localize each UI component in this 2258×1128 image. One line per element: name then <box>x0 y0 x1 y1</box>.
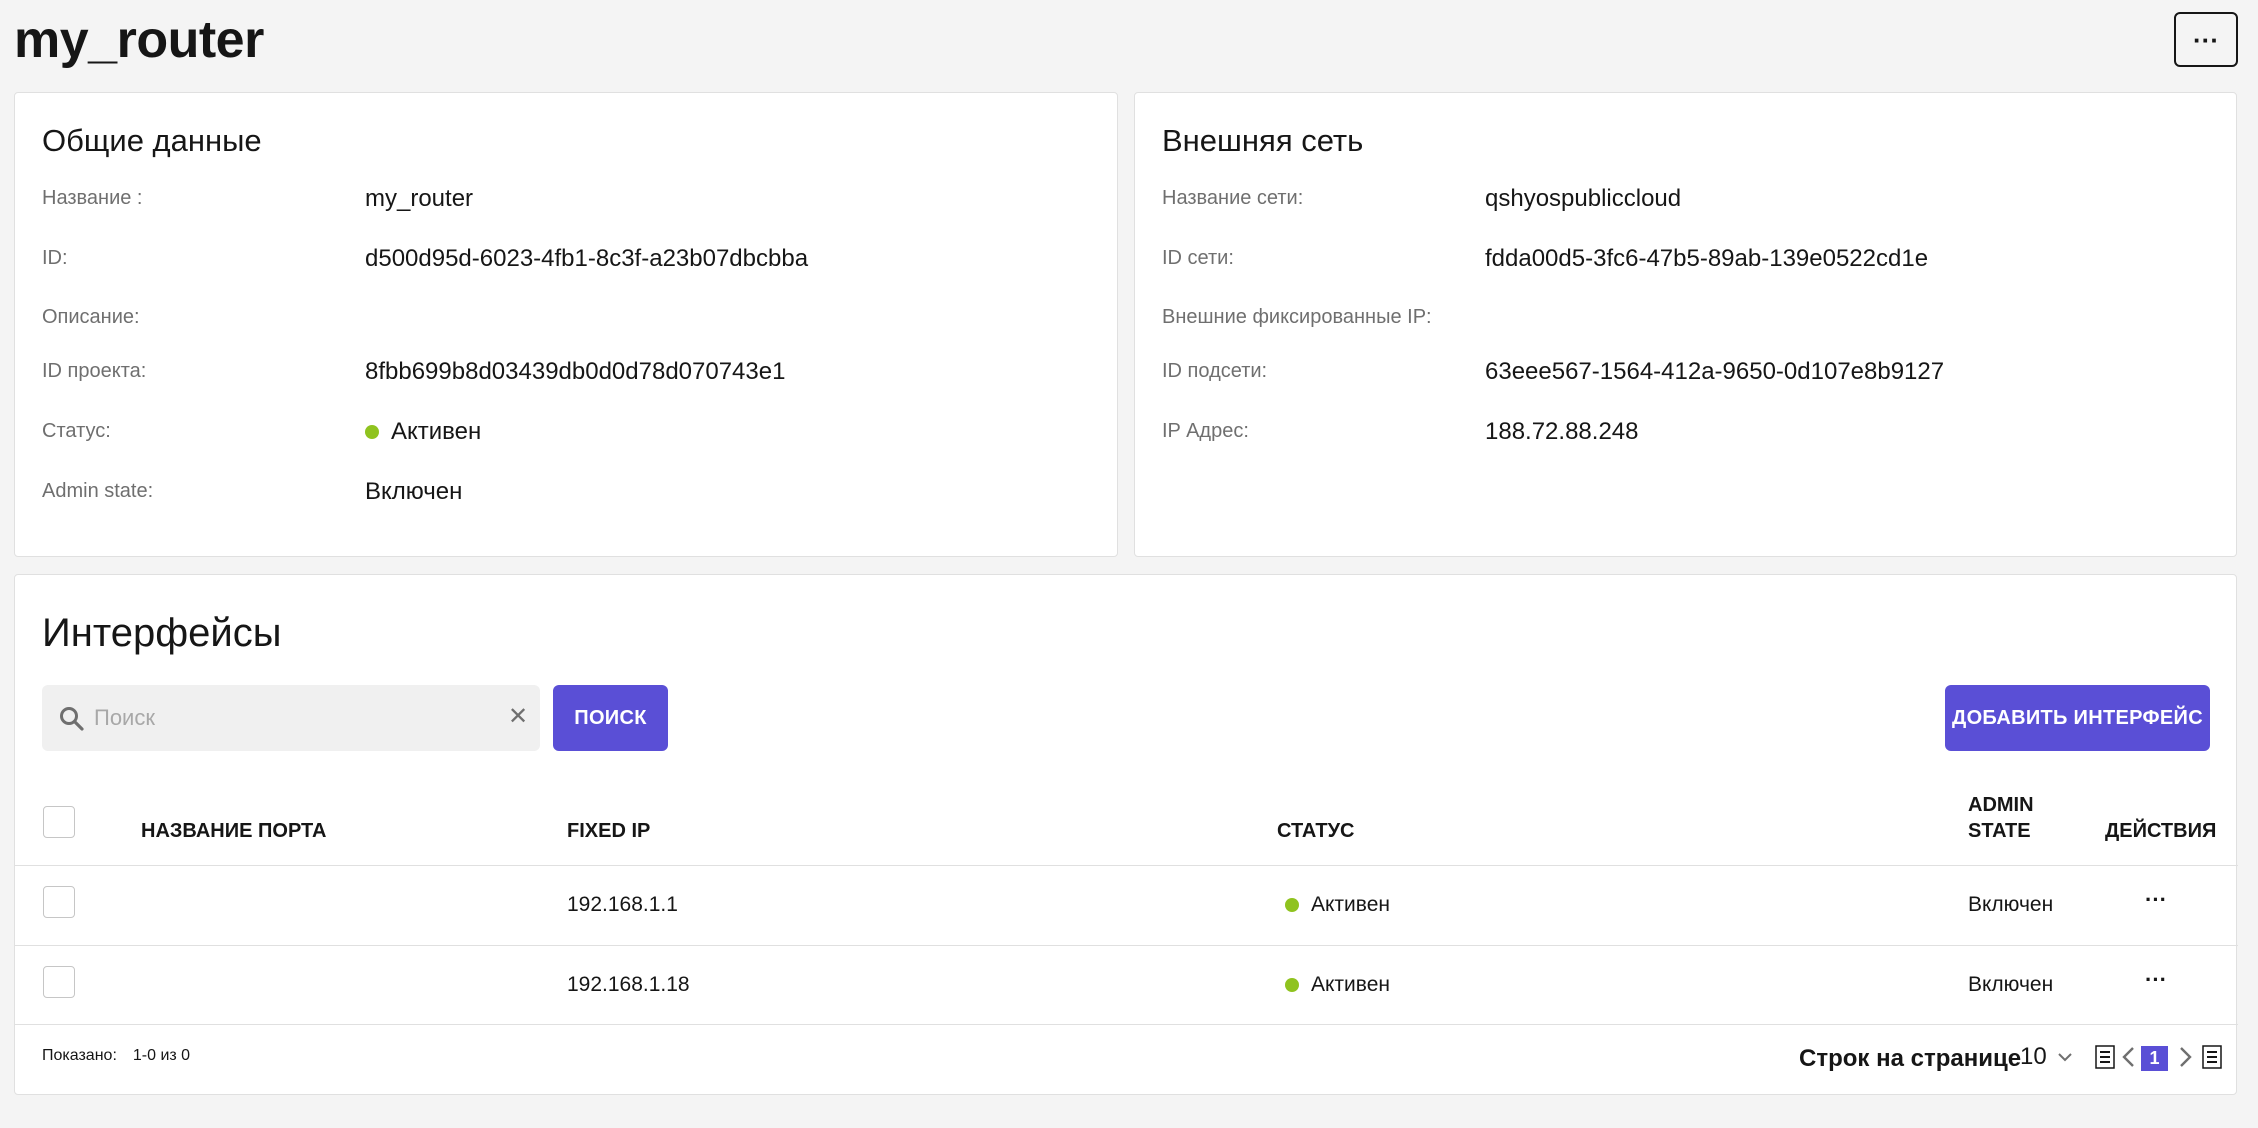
row-divider <box>15 1024 2238 1025</box>
rows-per-page-label: Строк на странице <box>1799 1045 2022 1072</box>
external-network-card: Внешняя сеть Название сети: qshyospublic… <box>1134 92 2237 557</box>
first-page-icon[interactable] <box>2095 1045 2115 1069</box>
shown-value: 1-0 из 0 <box>132 1047 191 1064</box>
col-actions: ДЕЙСТВИЯ <box>2105 820 2217 842</box>
row-checkbox[interactable] <box>43 886 75 918</box>
subnet-id-label: ID подсети: <box>1162 360 1268 382</box>
network-id-value: fdda00d5-3fc6-47b5-89ab-139e0522cd1e <box>1485 245 1929 272</box>
interfaces-card: Интерфейсы ✕ ПОИСК ДОБАВИТЬ ИНТЕРФЕЙС НА… <box>14 574 2238 1095</box>
row-status-text: Активен <box>1311 893 1390 916</box>
id-label: ID: <box>42 247 68 269</box>
search-button[interactable]: ПОИСК <box>553 685 668 751</box>
row-status: Активен <box>1285 973 1390 997</box>
page-title: my_router <box>14 11 264 69</box>
project-id-value: 8fbb699b8d03439db0d0d78d070743e1 <box>365 358 786 385</box>
rows-per-page-select[interactable]: 10 <box>2020 1043 2073 1071</box>
ip-address-value: 188.72.88.248 <box>1485 418 1639 445</box>
select-all-checkbox[interactable] <box>43 806 75 838</box>
row-actions-icon[interactable]: ··· <box>2145 969 2167 991</box>
subnet-id-value: 63eee567-1564-412a-9650-0d107e8b9127 <box>1485 358 1945 385</box>
col-admin-state[interactable]: ADMIN STATE <box>1968 792 2058 844</box>
row-admin-state: Включен <box>1968 893 2054 916</box>
page-more-button[interactable]: ··· <box>2174 12 2238 67</box>
external-network-heading: Внешняя сеть <box>1162 123 1364 158</box>
admin-state-value: Включен <box>365 478 463 505</box>
description-label: Описание: <box>42 306 140 328</box>
general-info-card: Общие данные Название : my_router ID: d5… <box>14 92 1118 557</box>
last-page-icon[interactable] <box>2202 1045 2222 1069</box>
col-fixed-ip[interactable]: FIXED IP <box>567 818 650 844</box>
col-port-name[interactable]: НАЗВАНИЕ ПОРТА <box>141 818 326 844</box>
row-status: Активен <box>1285 893 1390 917</box>
fixed-ips-label: Внешние фиксированные IP: <box>1162 306 1432 328</box>
project-id-label: ID проекта: <box>42 360 147 382</box>
network-name-value: qshyospubliccloud <box>1485 185 1682 212</box>
status-value: Активен <box>365 418 481 446</box>
current-page-button[interactable]: 1 <box>2141 1046 2168 1071</box>
row-checkbox[interactable] <box>43 966 75 998</box>
next-page-icon[interactable] <box>2175 1045 2195 1069</box>
header-divider <box>15 865 2238 866</box>
previous-page-icon[interactable] <box>2119 1045 2139 1069</box>
interfaces-title: Интерфейсы <box>42 611 282 655</box>
row-admin-state: Включен <box>1968 973 2054 996</box>
pagination-summary: Показано: 1-0 из 0 <box>42 1047 190 1065</box>
chevron-down-icon <box>2057 1053 2072 1062</box>
status-dot-icon <box>1285 978 1299 992</box>
ip-address-label: IP Адрес: <box>1162 420 1249 442</box>
add-interface-button[interactable]: ДОБАВИТЬ ИНТЕРФЕЙС <box>1945 685 2210 751</box>
row-status-text: Активен <box>1311 973 1390 996</box>
search-icon <box>60 707 84 731</box>
name-label: Название : <box>42 187 143 209</box>
status-label: Статус: <box>42 420 111 442</box>
id-value: d500d95d-6023-4fb1-8c3f-a23b07dbcbba <box>365 245 809 272</box>
status-dot-icon <box>1285 898 1299 912</box>
rows-per-page-value: 10 <box>2020 1043 2047 1070</box>
row-actions-icon[interactable]: ··· <box>2145 889 2167 911</box>
row-fixed-ip: 192.168.1.18 <box>567 973 690 996</box>
shown-label: Показано: <box>42 1047 117 1064</box>
status-dot-icon <box>365 425 379 439</box>
col-status[interactable]: СТАТУС <box>1277 818 1354 844</box>
row-divider <box>15 945 2238 946</box>
status-text: Активен <box>391 418 482 445</box>
search-input[interactable] <box>94 685 494 751</box>
general-info-heading: Общие данные <box>42 123 262 158</box>
search-box: ✕ <box>42 685 540 751</box>
network-id-label: ID сети: <box>1162 247 1234 269</box>
admin-state-label: Admin state: <box>42 480 154 502</box>
row-fixed-ip: 192.168.1.1 <box>567 893 678 916</box>
clear-icon[interactable]: ✕ <box>508 705 528 729</box>
name-value: my_router <box>365 185 474 212</box>
network-name-label: Название сети: <box>1162 187 1304 209</box>
